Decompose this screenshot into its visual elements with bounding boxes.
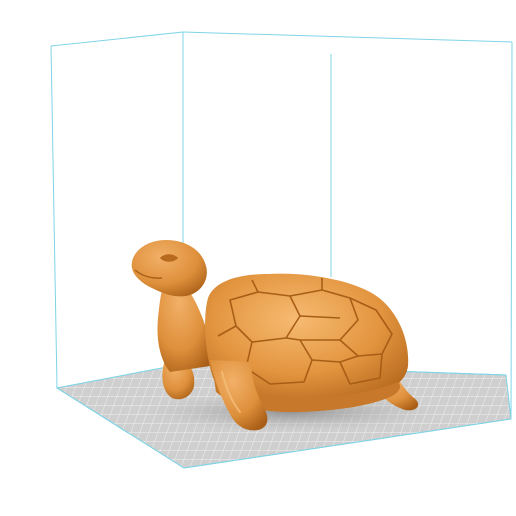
scene-canvas[interactable] (0, 0, 516, 516)
3d-viewport[interactable] (0, 0, 516, 516)
turtle-head (131, 240, 207, 297)
